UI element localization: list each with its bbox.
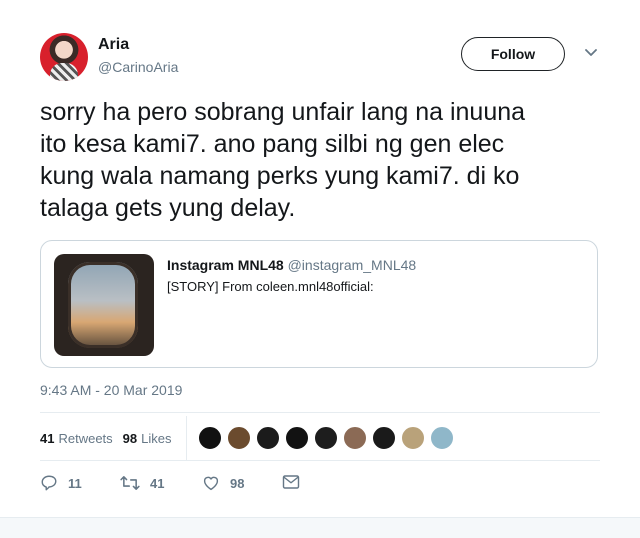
retweets-count: 41 xyxy=(40,430,55,446)
retweet-action-count: 41 xyxy=(150,475,165,491)
tweet-card: Aria @CarinoAria Follow sorry ha pero so… xyxy=(0,0,640,538)
reply-button[interactable]: 11 xyxy=(40,474,82,492)
likes-label: Likes xyxy=(141,430,172,446)
liker-avatar[interactable] xyxy=(256,426,280,450)
quoted-author-handle: @instagram_MNL48 xyxy=(287,257,417,273)
liker-avatar[interactable] xyxy=(285,426,309,450)
quoted-tweet-image xyxy=(54,254,154,356)
message-icon xyxy=(282,474,300,490)
direct-message-button[interactable] xyxy=(282,474,300,490)
liker-avatar[interactable] xyxy=(343,426,367,450)
reply-count: 11 xyxy=(68,475,82,491)
stats-separator xyxy=(186,416,187,460)
page-footer-bar xyxy=(0,517,640,538)
quoted-tweet-author: Instagram MNL48 @instagram_MNL48 xyxy=(167,257,416,273)
likes-stat[interactable]: 98 Likes xyxy=(123,431,172,446)
reply-icon xyxy=(40,474,58,492)
tweet-timestamp[interactable]: 9:43 AM - 20 Mar 2019 xyxy=(40,382,182,398)
retweet-icon xyxy=(120,474,140,492)
quoted-tweet-text: [STORY] From coleen.mnl48official: xyxy=(167,279,374,294)
follow-button[interactable]: Follow xyxy=(461,37,565,71)
liker-avatar[interactable] xyxy=(430,426,454,450)
author-avatar[interactable] xyxy=(40,33,88,81)
like-action-count: 98 xyxy=(230,475,245,491)
retweet-button[interactable]: 41 xyxy=(120,474,164,492)
tweet-text: sorry ha pero sobrang unfair lang na inu… xyxy=(40,98,526,222)
divider xyxy=(40,460,600,461)
retweets-label: Retweets xyxy=(58,430,113,446)
liker-avatar[interactable] xyxy=(227,426,251,450)
liker-avatars xyxy=(198,426,459,450)
divider xyxy=(40,412,600,413)
liker-avatar[interactable] xyxy=(372,426,396,450)
quoted-tweet[interactable]: Instagram MNL48 @instagram_MNL48 [STORY]… xyxy=(40,240,598,368)
liker-avatar[interactable] xyxy=(198,426,222,450)
airplane-window-image xyxy=(68,262,138,348)
liker-avatar[interactable] xyxy=(314,426,338,450)
likes-count: 98 xyxy=(122,430,138,446)
tweet-stats: 41 Retweets 98 Likes xyxy=(40,428,182,448)
like-button[interactable]: 98 xyxy=(202,474,244,492)
heart-icon xyxy=(202,474,220,492)
liker-avatar[interactable] xyxy=(401,426,425,450)
author-name[interactable]: Aria xyxy=(98,36,129,54)
retweets-stat[interactable]: 41 Retweets xyxy=(40,431,113,446)
author-handle[interactable]: @CarinoAria xyxy=(98,59,178,75)
chevron-down-icon[interactable] xyxy=(583,46,599,60)
quoted-author-name: Instagram MNL48 xyxy=(167,257,284,273)
